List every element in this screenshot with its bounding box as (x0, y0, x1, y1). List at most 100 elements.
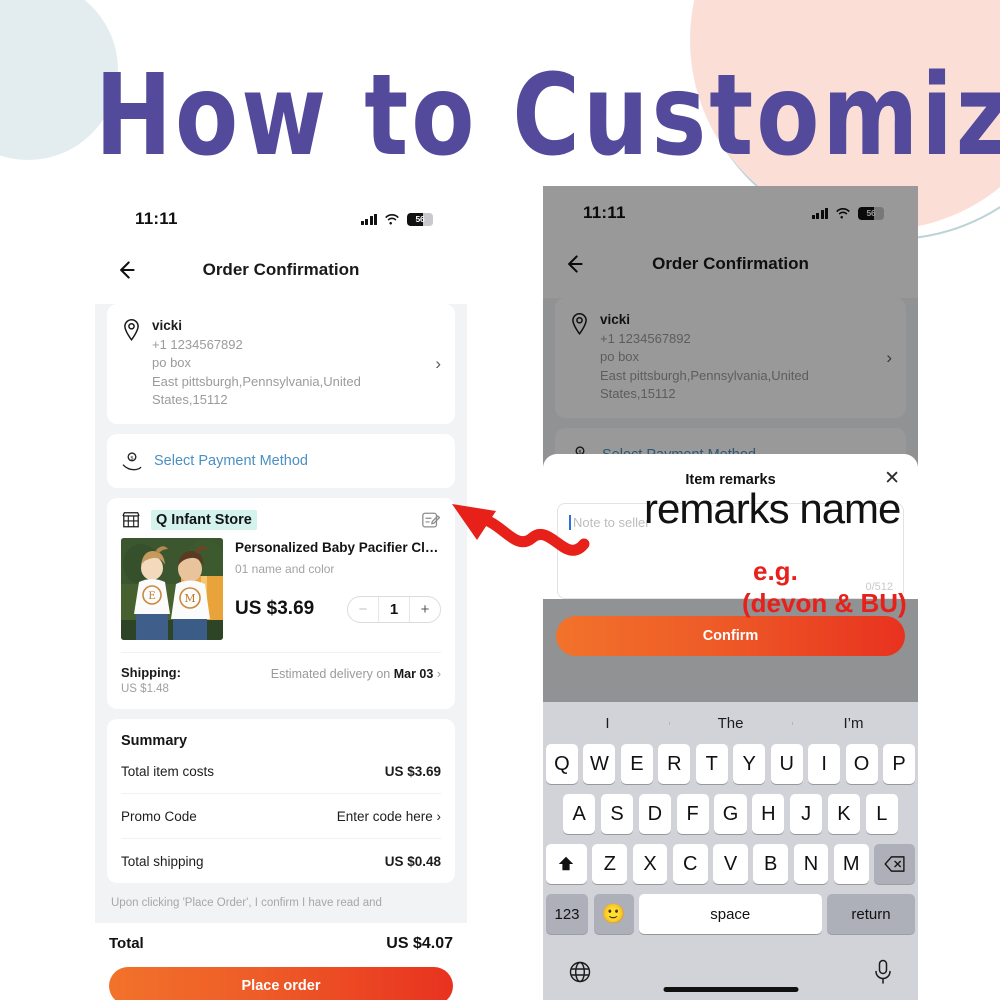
key-r[interactable]: R (658, 744, 691, 784)
address-line2: East pittsburgh,Pennsylvania,United (152, 373, 361, 389)
key-j[interactable]: J (789, 794, 823, 834)
delivery-chevron-icon[interactable]: › (437, 667, 441, 681)
battery-percent: 56 (415, 214, 425, 224)
page-heading: Order Confirmation (202, 260, 360, 279)
on-screen-keyboard: I The I’m Q W E R T Y U I O P A S D F G … (543, 702, 918, 1000)
keyboard-suggestion-bar: I The I’m (546, 702, 915, 744)
key-f[interactable]: F (676, 794, 709, 834)
signal-bars-icon (360, 213, 377, 225)
svg-text:M: M (184, 592, 195, 605)
key-m[interactable]: M (833, 844, 869, 884)
key-z[interactable]: Z (592, 844, 628, 884)
svg-text:$: $ (130, 455, 134, 461)
key-v[interactable]: V (713, 844, 748, 884)
key-h[interactable]: H (752, 794, 785, 834)
home-indicator (663, 987, 798, 992)
return-key[interactable]: return (827, 894, 915, 934)
product-title: Personalized Baby Pacifier Clip Custo… (235, 539, 441, 555)
key-p[interactable]: P (883, 744, 916, 784)
chevron-right-icon[interactable]: › (435, 354, 441, 374)
store-icon (122, 511, 140, 528)
confirm-button[interactable]: Confirm (556, 616, 905, 656)
payment-method-label: Select Payment Method (154, 452, 308, 469)
total-bar: Total US $4.07 (95, 922, 467, 961)
quantity-value: 1 (378, 596, 410, 622)
key-g[interactable]: G (714, 794, 747, 834)
keyboard-row-3: Z X C V B N M (545, 844, 916, 884)
summary-row-total-shipping: Total shipping US $0.48 (121, 839, 441, 873)
summary-key: Total item costs (121, 763, 215, 779)
emoji-smiley-icon[interactable]: 🙂 (593, 894, 634, 934)
key-y[interactable]: Y (733, 744, 766, 784)
store-name[interactable]: Q Infant Store (151, 509, 257, 530)
space-key[interactable]: space (639, 894, 822, 934)
delivery-prefix: Estimated delivery on (270, 666, 394, 681)
suggestion-2[interactable]: The (669, 715, 792, 732)
key-e[interactable]: E (620, 744, 653, 784)
shipping-row[interactable]: Shipping: US $1.48 Estimated delivery on… (121, 651, 441, 709)
product-row[interactable]: E M Personalized Baby Pacifier Clip 01 n… (121, 537, 441, 640)
page-root: How to Customize 11:11 56 Order Confirma… (0, 0, 1000, 1000)
order-disclaimer: Upon clicking 'Place Order', I confirm I… (111, 896, 382, 909)
shift-up-icon[interactable] (545, 844, 587, 884)
key-c[interactable]: C (672, 844, 708, 884)
place-order-button[interactable]: Place order (109, 966, 453, 1000)
promo-code-entry[interactable]: Enter code here › (337, 809, 441, 824)
annotation-example-value: (devon & BU) (742, 588, 907, 618)
product-price: US $3.69 (235, 598, 315, 620)
quantity-decrease-button[interactable]: − (348, 601, 378, 618)
key-s[interactable]: S (600, 794, 634, 834)
order-scroll-area: vicki +1 1234567892 po box East pittsbur… (95, 304, 467, 923)
wifi-icon (385, 214, 399, 225)
backspace-icon[interactable] (874, 844, 916, 884)
status-bar-left: 11:11 56 (95, 192, 467, 246)
status-time: 11:11 (135, 209, 178, 228)
select-payment-method-row[interactable]: $ Select Payment Method (107, 433, 455, 488)
key-x[interactable]: X (632, 844, 668, 884)
summary-value: US $3.69 (384, 763, 441, 779)
address-line3: States,15112 (152, 392, 228, 408)
edit-note-icon[interactable] (421, 511, 441, 531)
numbers-key[interactable]: 123 (546, 894, 588, 934)
key-k[interactable]: K (827, 794, 861, 834)
microphone-icon[interactable] (873, 959, 893, 985)
key-l[interactable]: L (865, 794, 898, 834)
key-i[interactable]: I (808, 744, 841, 784)
shipping-price: US $1.48 (121, 682, 169, 695)
keyboard-row-4: 123 🙂 space return (546, 894, 915, 934)
product-thumbnail: E M (121, 537, 223, 640)
suggestion-1[interactable]: I (546, 715, 669, 732)
address-phone: +1 1234567892 (152, 337, 243, 352)
shipping-label: Shipping: (121, 664, 181, 680)
summary-heading: Summary (121, 732, 188, 749)
quantity-increase-button[interactable]: + (410, 601, 440, 618)
delivery-date: Mar 03 (393, 666, 434, 681)
summary-row-promo-code[interactable]: Promo Code Enter code here › (121, 794, 441, 839)
keyboard-row-1: Q W E R T Y U I O P (545, 744, 916, 784)
payment-hand-icon: $ (122, 452, 142, 471)
key-n[interactable]: N (793, 844, 829, 884)
annotation-remarks-name: remarks name (644, 485, 901, 532)
key-t[interactable]: T (695, 744, 728, 784)
battery-icon: 56 (407, 212, 433, 226)
address-line1: po box (152, 355, 192, 371)
estimated-delivery: Estimated delivery on Mar 03 › (271, 665, 441, 681)
summary-value: US $0.48 (384, 853, 441, 869)
key-a[interactable]: A (563, 794, 596, 834)
suggestion-3[interactable]: I’m (792, 715, 915, 732)
key-b[interactable]: B (753, 844, 789, 884)
summary-row-item-costs: Total item costs US $3.69 (121, 749, 441, 794)
globe-icon[interactable] (568, 960, 592, 984)
annotation-eg: e.g. (753, 556, 798, 586)
summary-key: Total shipping (121, 853, 204, 869)
key-q[interactable]: Q (545, 744, 578, 784)
svg-text:E: E (148, 591, 155, 602)
quantity-stepper[interactable]: − 1 + (347, 595, 441, 623)
location-pin-icon (124, 319, 139, 342)
key-o[interactable]: O (845, 744, 878, 784)
key-w[interactable]: W (583, 744, 616, 784)
address-card[interactable]: vicki +1 1234567892 po box East pittsbur… (107, 304, 455, 424)
key-d[interactable]: D (638, 794, 671, 834)
key-u[interactable]: U (770, 744, 803, 784)
total-label: Total (109, 935, 144, 953)
